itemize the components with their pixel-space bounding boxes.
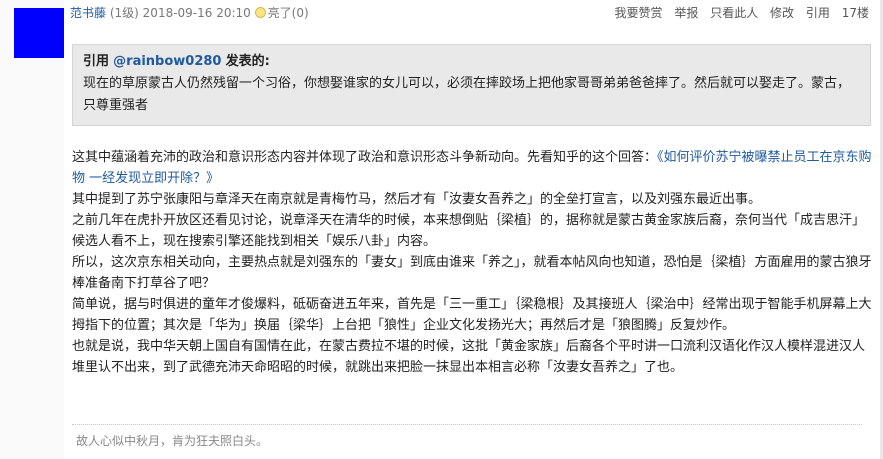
quote-block: 引用 @rainbow0280 发表的: 现在的草原蒙古人仍然残留一个习俗，你想… bbox=[72, 44, 871, 126]
paragraph-1-text: 这其中蕴涵着充沛的政治和意识形态内容并体现了政治和意识形态斗争新动向。先看知乎的… bbox=[72, 150, 658, 165]
lightbulb-icon bbox=[254, 7, 266, 18]
quote-button[interactable]: 引用 bbox=[806, 6, 830, 20]
report-button[interactable]: 举报 bbox=[674, 6, 698, 20]
signature: 故人心似中秋月，肯为狂夫照白头。 bbox=[76, 434, 269, 448]
paragraph-2: 其中提到了苏宁张康阳与章泽天在南京就是青梅竹马，然后才有「汝妻女吾养之」的全垒打… bbox=[72, 192, 762, 207]
quote-header: 引用 @rainbow0280 发表的: bbox=[83, 51, 860, 73]
signature-divider bbox=[72, 424, 862, 426]
author-level: (1级) bbox=[109, 6, 139, 20]
paragraph-5: 简单说，据与时俱进的童年才俊爆料，砥砺奋进五年来，首先是「三一重工」｛梁稳根｝及… bbox=[72, 297, 872, 333]
paragraph-4: 所以，这次京东相关动向，主要热点就是刘强东的「妻女」到底由谁来「养之」，就看本帖… bbox=[72, 255, 872, 291]
only-author-button[interactable]: 只看此人 bbox=[710, 6, 758, 20]
quote-suffix: 发表的: bbox=[225, 54, 270, 69]
avatar[interactable] bbox=[14, 8, 64, 58]
forum-post: 范书藤 (1级) 2018-09-16 20:10 亮了(0) 我要赞赏 举报 … bbox=[0, 0, 883, 459]
edit-button[interactable]: 修改 bbox=[770, 6, 794, 20]
quote-user-link[interactable]: @rainbow0280 bbox=[113, 54, 221, 69]
paragraph-6: 也就是说，我中华天朝上国自有国情在此，在蒙古费拉不堪的时候，这批「黄金家族」后裔… bbox=[72, 339, 866, 375]
paragraph-1: 这其中蕴涵着充沛的政治和意识形态内容并体现了政治和意识形态斗争新动向。先看知乎的… bbox=[72, 147, 877, 189]
floor-number: 17楼 bbox=[841, 6, 869, 20]
post-datetime: 2018-09-16 20:10 bbox=[142, 6, 251, 20]
bright-label: 亮了(0) bbox=[267, 6, 309, 20]
author-link[interactable]: 范书藤 bbox=[70, 6, 106, 20]
quote-prefix: 引用 bbox=[83, 54, 110, 69]
bright-button[interactable]: 亮了(0) bbox=[254, 6, 309, 20]
post-actions: 我要赞赏 举报 只看此人 修改 引用 17楼 bbox=[607, 4, 870, 22]
paragraph-3: 之前几年在虎扑开放区还看见讨论，说章泽天在清华的时候，本来想倒贴｛梁植｝的，据称… bbox=[72, 213, 866, 249]
quote-text: 现在的草原蒙古人仍然残留一个习俗，你想娶谁家的女儿可以，必须在摔跤场上把他家哥哥… bbox=[83, 76, 851, 113]
post-body: 这其中蕴涵着充沛的政治和意识形态内容并体现了政治和意识形态斗争新动向。先看知乎的… bbox=[72, 147, 877, 378]
author-column bbox=[0, 0, 64, 459]
tip-button[interactable]: 我要赞赏 bbox=[615, 6, 663, 20]
